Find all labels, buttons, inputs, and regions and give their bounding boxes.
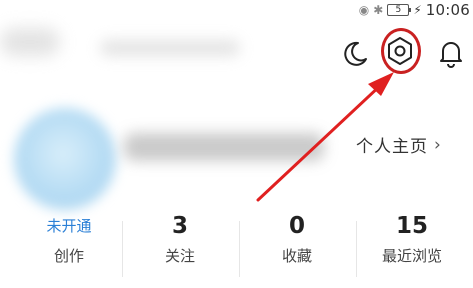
settings-highlight-circle (381, 28, 421, 74)
battery-icon: 5 (387, 4, 412, 16)
stat-following-value: 3 (171, 213, 188, 239)
stat-following-label: 关注 (164, 247, 195, 265)
stat-recent-views-label: 最近浏览 (381, 247, 442, 265)
blurred-header-text (100, 40, 240, 56)
eye-icon: ◉ (358, 3, 370, 17)
stat-divider (122, 221, 123, 277)
personal-homepage-label: 个人主页 (356, 137, 428, 157)
stat-creation[interactable]: 未开通 创作 (14, 209, 124, 275)
username-blurred (124, 133, 324, 161)
stat-creation-value[interactable]: 未开通 (14, 209, 124, 241)
bell-icon[interactable] (437, 38, 465, 68)
status-bar: ◉ ✱ 5 ⚡ 10:06 (359, 0, 473, 20)
personal-homepage-link[interactable]: 个人主页 › (356, 132, 442, 158)
moon-icon[interactable] (340, 38, 370, 68)
stat-following[interactable]: 3 关注 (125, 209, 235, 275)
stat-favorites-value: 0 (288, 213, 305, 239)
status-time: 10:06 (425, 1, 470, 19)
stats-row: 未开通 创作 3 关注 0 收藏 15 最近浏览 (0, 209, 473, 277)
bluetooth-icon: ✱ (373, 3, 384, 17)
chevron-right-icon: › (434, 134, 442, 155)
stat-divider (239, 221, 240, 277)
stat-recent-views[interactable]: 15 最近浏览 (357, 209, 467, 275)
charging-icon: ⚡ (413, 3, 422, 17)
stat-recent-views-value: 15 (395, 213, 428, 239)
blurred-header-left (0, 28, 60, 56)
avatar[interactable] (14, 108, 116, 210)
profile-screen: ◉ ✱ 5 ⚡ 10:06 个人主页 › 未开通 创作 3 关注 0 收藏 15… (0, 0, 473, 288)
stat-favorites-label: 收藏 (281, 247, 312, 265)
stat-favorites[interactable]: 0 收藏 (242, 209, 352, 275)
stat-creation-label: 创作 (53, 247, 84, 265)
